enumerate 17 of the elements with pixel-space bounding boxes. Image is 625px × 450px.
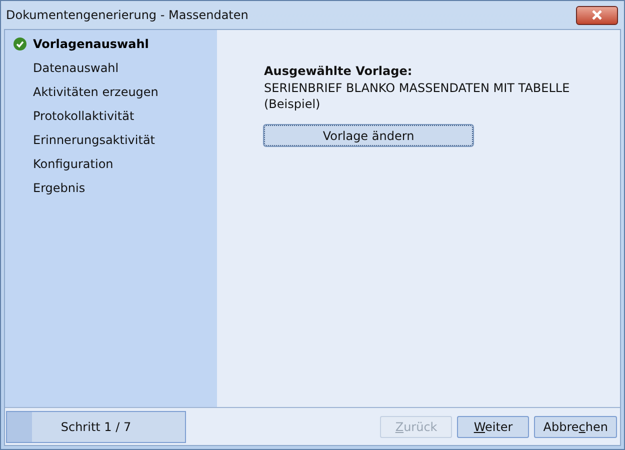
wizard-button[interactable]: Weiter xyxy=(457,416,530,438)
close-button[interactable] xyxy=(576,6,618,24)
step-item: Protokollaktivität xyxy=(33,108,134,125)
window-title: Dokumentengenerierung - Massendaten xyxy=(6,7,248,24)
close-icon xyxy=(591,10,603,20)
step-item: Ergebnis xyxy=(33,180,86,197)
change-template-button[interactable]: Vorlage ändern xyxy=(264,125,473,146)
step-item: Vorlagenauswahl xyxy=(33,36,149,53)
template-note: (Beispiel) xyxy=(264,96,320,112)
wizard-button[interactable]: Abbrechen xyxy=(534,416,617,438)
step-item: Aktivitäten erzeugen xyxy=(33,84,158,101)
step-counter: Schritt 1 / 7 xyxy=(60,418,132,436)
template-name: SERIENBRIEF BLANKO MASSENDATEN MIT TABELLE xyxy=(264,80,570,96)
step-item: Datenauswahl xyxy=(33,60,119,77)
step-item: Konfiguration xyxy=(33,156,114,173)
template-heading: Ausgewählte Vorlage: xyxy=(264,63,412,80)
step-item: Erinnerungsaktivität xyxy=(33,132,155,149)
